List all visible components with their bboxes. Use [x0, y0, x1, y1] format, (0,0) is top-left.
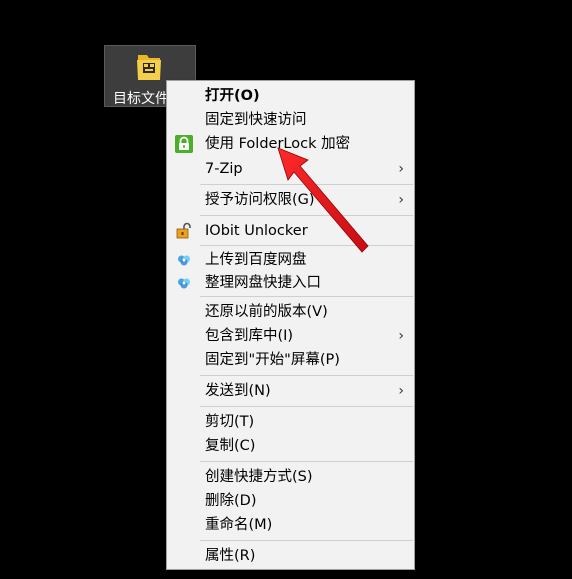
menu-item-pin-quick-access[interactable]: 固定到快速访问	[167, 108, 414, 132]
menu-item-label: 包含到库中(I)	[205, 328, 294, 344]
menu-item-label: 属性(R)	[205, 548, 256, 564]
chevron-right-icon: ›	[398, 383, 404, 399]
menu-item-label: 创建快捷方式(S)	[205, 469, 313, 485]
menu-item-label: 复制(C)	[205, 438, 256, 454]
menu-item-label: 还原以前的版本(V)	[205, 304, 328, 320]
baidu-cloud-icon	[178, 278, 190, 289]
chevron-right-icon: ›	[398, 161, 404, 177]
menu-separator	[200, 461, 413, 462]
menu-item-label: 打开(O)	[205, 88, 260, 104]
menu-item-label: 整理网盘快捷入口	[205, 275, 321, 291]
menu-separator	[200, 406, 413, 407]
menu-item-create-shortcut[interactable]: 创建快捷方式(S)	[167, 465, 414, 489]
menu-item-label: 重命名(M)	[205, 517, 273, 533]
unlocker-icon	[176, 222, 191, 239]
locked-folder-icon	[137, 55, 161, 80]
lock-icon	[175, 135, 193, 153]
chevron-right-icon: ›	[398, 192, 404, 208]
menu-item-copy[interactable]: 复制(C)	[167, 434, 414, 458]
menu-separator	[200, 375, 413, 376]
menu-item-restore-versions[interactable]: 还原以前的版本(V)	[167, 300, 414, 324]
menu-item-cut[interactable]: 剪切(T)	[167, 410, 414, 434]
menu-item-rename[interactable]: 重命名(M)	[167, 513, 414, 537]
menu-item-delete[interactable]: 删除(D)	[167, 489, 414, 513]
menu-item-properties[interactable]: 属性(R)	[167, 544, 414, 568]
menu-item-label: 固定到"开始"屏幕(P)	[205, 352, 340, 368]
chevron-right-icon: ›	[398, 328, 404, 344]
menu-item-label: 固定到快速访问	[205, 112, 307, 128]
menu-item-pin-start[interactable]: 固定到"开始"屏幕(P)	[167, 348, 414, 372]
annotation-arrow-icon	[277, 147, 369, 253]
menu-separator	[200, 296, 413, 297]
desktop-icon-label: 目标文件	[113, 91, 169, 107]
menu-item-send-to[interactable]: 发送到(N) ›	[167, 379, 414, 403]
menu-separator	[200, 540, 413, 541]
menu-item-label: 删除(D)	[205, 493, 257, 509]
menu-item-label: 剪切(T)	[205, 414, 255, 430]
menu-item-label: 发送到(N)	[205, 383, 271, 399]
baidu-cloud-icon	[178, 255, 190, 266]
menu-item-include-library[interactable]: 包含到库中(I) ›	[167, 324, 414, 348]
menu-item-organize-baidu[interactable]: 整理网盘快捷入口	[167, 271, 414, 295]
menu-item-label: 7-Zip	[205, 161, 243, 177]
menu-item-open[interactable]: 打开(O)	[167, 84, 414, 108]
